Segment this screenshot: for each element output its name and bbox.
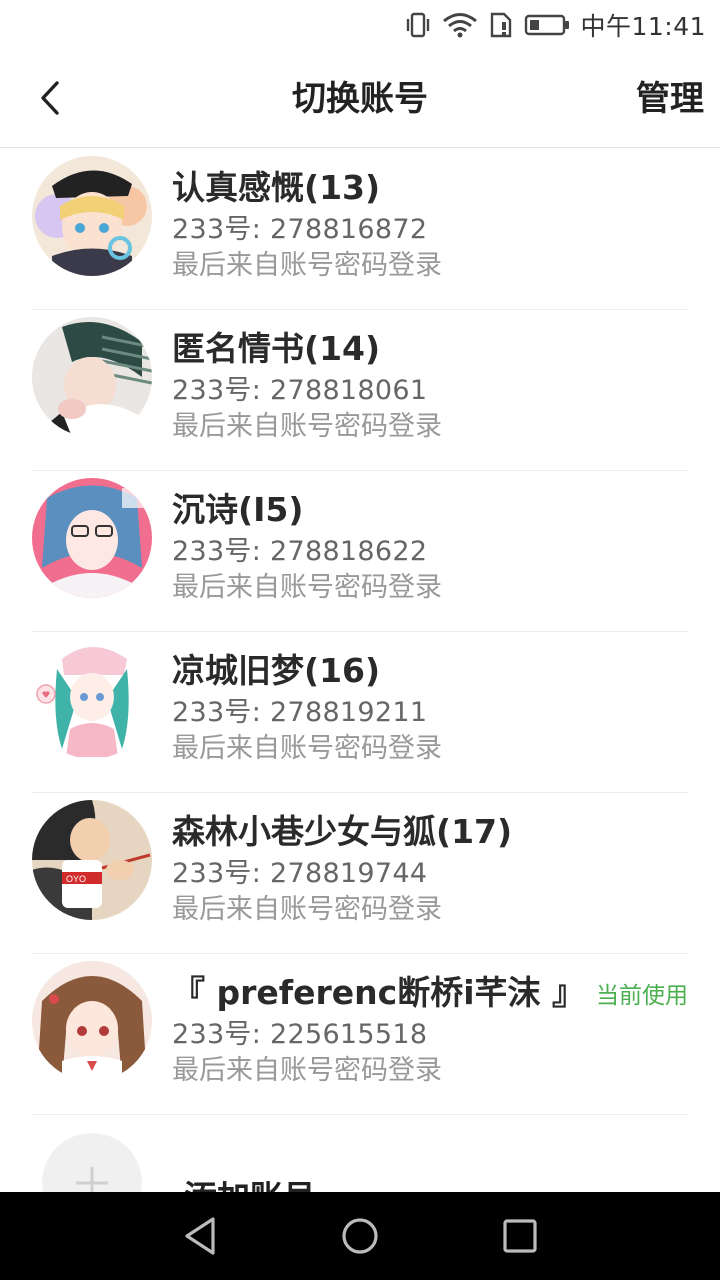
login-source: 最后来自账号密码登录 xyxy=(172,894,442,925)
svg-text:OYO: OYO xyxy=(66,874,86,884)
account-item[interactable]: OYO 森林小巷少女与狐(17) 233号: 278819744 最后来自账号密… xyxy=(0,793,720,954)
avatar xyxy=(32,478,152,598)
wifi-icon xyxy=(442,12,478,38)
account-id: 233号: 278818061 xyxy=(172,375,428,406)
account-name: 沉诗(I5) xyxy=(172,490,304,529)
battery-icon xyxy=(524,13,570,37)
recents-square-icon xyxy=(503,1219,537,1253)
account-name: 凉城旧梦(16) xyxy=(172,651,381,690)
account-item[interactable]: 凉城旧梦(16) 233号: 278819211 最后来自账号密码登录 xyxy=(0,632,720,793)
page-title: 切换账号 xyxy=(292,79,428,119)
avatar xyxy=(32,961,152,1081)
system-nav-bar xyxy=(0,1192,720,1280)
login-source: 最后来自账号密码登录 xyxy=(172,1055,442,1086)
nav-back-button[interactable] xyxy=(178,1214,222,1258)
login-source: 最后来自账号密码登录 xyxy=(172,250,442,281)
sim-warning-icon xyxy=(488,12,514,38)
nav-home-button[interactable] xyxy=(338,1214,382,1258)
home-circle-icon xyxy=(342,1218,378,1254)
vibrate-icon xyxy=(404,12,432,38)
account-id: 233号: 278819744 xyxy=(172,858,428,889)
account-name: 森林小巷少女与狐(17) xyxy=(172,812,513,851)
header: 切换账号 管理 xyxy=(0,50,720,148)
add-account-row[interactable]: 添加账号 xyxy=(0,1103,720,1233)
account-id: 233号: 278819211 xyxy=(172,697,428,728)
login-source: 最后来自账号密码登录 xyxy=(172,572,442,603)
account-id: 233号: 278816872 xyxy=(172,214,428,245)
avatar xyxy=(32,156,152,276)
back-triangle-icon xyxy=(185,1217,215,1255)
account-list: 认真感慨(13) 233号: 278816872 最后来自账号密码登录 匿名情书… xyxy=(0,149,720,1115)
status-bar: 中午11:41 xyxy=(0,0,720,50)
screen: 中午11:41 切换账号 管理 认真感慨(13) 233号: 278816872… xyxy=(0,0,720,1280)
account-item[interactable]: 认真感慨(13) 233号: 278816872 最后来自账号密码登录 xyxy=(0,149,720,310)
manage-button[interactable]: 管理 xyxy=(636,50,704,148)
login-source: 最后来自账号密码登录 xyxy=(172,733,442,764)
nav-recents-button[interactable] xyxy=(498,1214,542,1258)
account-id: 233号: 225615518 xyxy=(172,1019,428,1050)
login-source: 最后来自账号密码登录 xyxy=(172,411,442,442)
avatar xyxy=(32,639,152,759)
account-name: 认真感慨(13) xyxy=(172,168,381,207)
account-item-current[interactable]: 『 preferenc断桥i芊沫 』 233号: 225615518 最后来自账… xyxy=(0,954,720,1115)
account-item[interactable]: 沉诗(I5) 233号: 278818622 最后来自账号密码登录 xyxy=(0,471,720,632)
account-name: 匿名情书(14) xyxy=(172,329,381,368)
account-item[interactable]: 匿名情书(14) 233号: 278818061 最后来自账号密码登录 xyxy=(0,310,720,471)
account-name: 『 preferenc断桥i芊沫 』 xyxy=(172,973,586,1012)
account-id: 233号: 278818622 xyxy=(172,536,428,567)
avatar xyxy=(32,317,152,437)
status-time: 中午11:41 xyxy=(580,12,706,41)
current-account-badge: 当前使用 xyxy=(596,983,688,1009)
status-icons: 中午11:41 xyxy=(404,0,706,50)
avatar: OYO xyxy=(32,800,152,920)
